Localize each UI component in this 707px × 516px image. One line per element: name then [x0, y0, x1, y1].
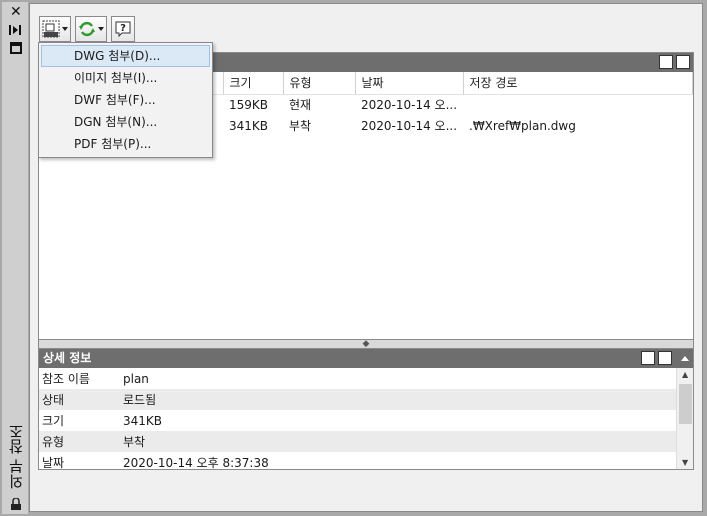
column-header-type[interactable]: 유형	[283, 72, 356, 95]
detail-value: 부착	[123, 435, 146, 449]
autohide-icon[interactable]	[9, 24, 22, 36]
ref-size: 341KB	[229, 118, 269, 133]
detail-key: 날짜	[42, 456, 65, 470]
detail-key: 상태	[42, 393, 65, 407]
menu-item-attach-dwg[interactable]: DWG 첨부(D)...	[41, 45, 210, 67]
properties-icon[interactable]	[10, 42, 22, 54]
menu-item-attach-dwf[interactable]: DWF 첨부(F)...	[41, 89, 210, 111]
refresh-dropdown-button[interactable]	[75, 16, 107, 42]
toolbar: ?	[39, 16, 135, 42]
ref-date: 2020-10-14 오...	[361, 98, 458, 113]
splitter-grip-icon[interactable]: ◆	[361, 340, 371, 349]
collapse-icon[interactable]	[681, 355, 689, 361]
detail-row: 참조 이름 plan	[39, 368, 676, 389]
details-scrollbar[interactable]: ▲ ▼	[676, 368, 693, 469]
menu-item-attach-pdf[interactable]: PDF 첨부(P)...	[41, 133, 210, 155]
detail-value[interactable]: plan	[121, 372, 676, 386]
chevron-down-icon	[98, 27, 104, 31]
detail-key: 참조 이름	[42, 372, 90, 386]
chevron-down-icon	[62, 27, 68, 31]
ref-date: 2020-10-14 오...	[361, 119, 458, 133]
column-header-size[interactable]: 크기	[223, 72, 284, 95]
attach-menu: DWG 첨부(D)... 이미지 첨부(I)... DWF 첨부(F)... D…	[38, 42, 213, 158]
detail-row: 날짜 2020-10-14 오후 8:37:38	[39, 452, 676, 473]
ref-path: .₩Xref₩plan.dwg	[469, 118, 576, 133]
ref-type: 부착	[289, 119, 312, 133]
ref-size: 159KB	[229, 97, 269, 112]
detail-key: 유형	[42, 435, 65, 449]
details-panel: 상세 정보 참조 이름 plan 상태 로드됨 크기 341KB 유형 부착 날짜 202…	[38, 348, 694, 470]
detail-row: 크기 341KB	[39, 410, 676, 431]
help-button[interactable]: ?	[111, 16, 135, 42]
scroll-up-icon[interactable]: ▲	[682, 370, 688, 379]
detail-value: 2020-10-14 오후 8:37:38	[123, 456, 269, 470]
column-header-path[interactable]: 저장 경로	[463, 72, 693, 95]
detail-row: 상태 로드됨	[39, 389, 676, 410]
details-view-icon[interactable]	[641, 351, 655, 365]
svg-text:?: ?	[120, 23, 126, 34]
preview-view-icon[interactable]	[658, 351, 672, 365]
detail-key: 크기	[42, 414, 65, 428]
ref-type: 현재	[289, 98, 312, 113]
menu-item-attach-dgn[interactable]: DGN 첨부(N)...	[41, 111, 210, 133]
list-view-icon[interactable]	[659, 55, 673, 69]
help-icon: ?	[115, 21, 131, 38]
scroll-thumb[interactable]	[679, 384, 692, 424]
palette-frame: ✕ 외부 참조 ? 크기 유형 날짜 저장 경로 159KB 현재 2020-1…	[0, 0, 707, 516]
lock-icon[interactable]	[10, 498, 22, 510]
column-header-date[interactable]: 날짜	[355, 72, 464, 95]
attach-dropdown-button[interactable]	[39, 16, 71, 42]
details-title: 상세 정보	[43, 351, 92, 365]
ref-path	[463, 94, 693, 115]
refresh-icon	[79, 21, 95, 37]
scroll-down-icon[interactable]: ▼	[682, 458, 688, 467]
tree-view-icon[interactable]	[676, 55, 690, 69]
detail-value: 로드됨	[123, 393, 157, 407]
palette-title: 외부 참조	[7, 424, 26, 490]
details-header: 상세 정보	[39, 349, 693, 368]
menu-item-attach-image[interactable]: 이미지 첨부(I)...	[41, 67, 210, 89]
attach-dwg-icon	[42, 20, 60, 38]
detail-value: 341KB	[123, 413, 163, 428]
panel-splitter[interactable]: ◆	[38, 340, 694, 349]
palette-title-strip[interactable]: ✕ 외부 참조	[2, 2, 28, 514]
detail-row: 유형 부착	[39, 431, 676, 452]
close-icon[interactable]: ✕	[10, 5, 22, 19]
